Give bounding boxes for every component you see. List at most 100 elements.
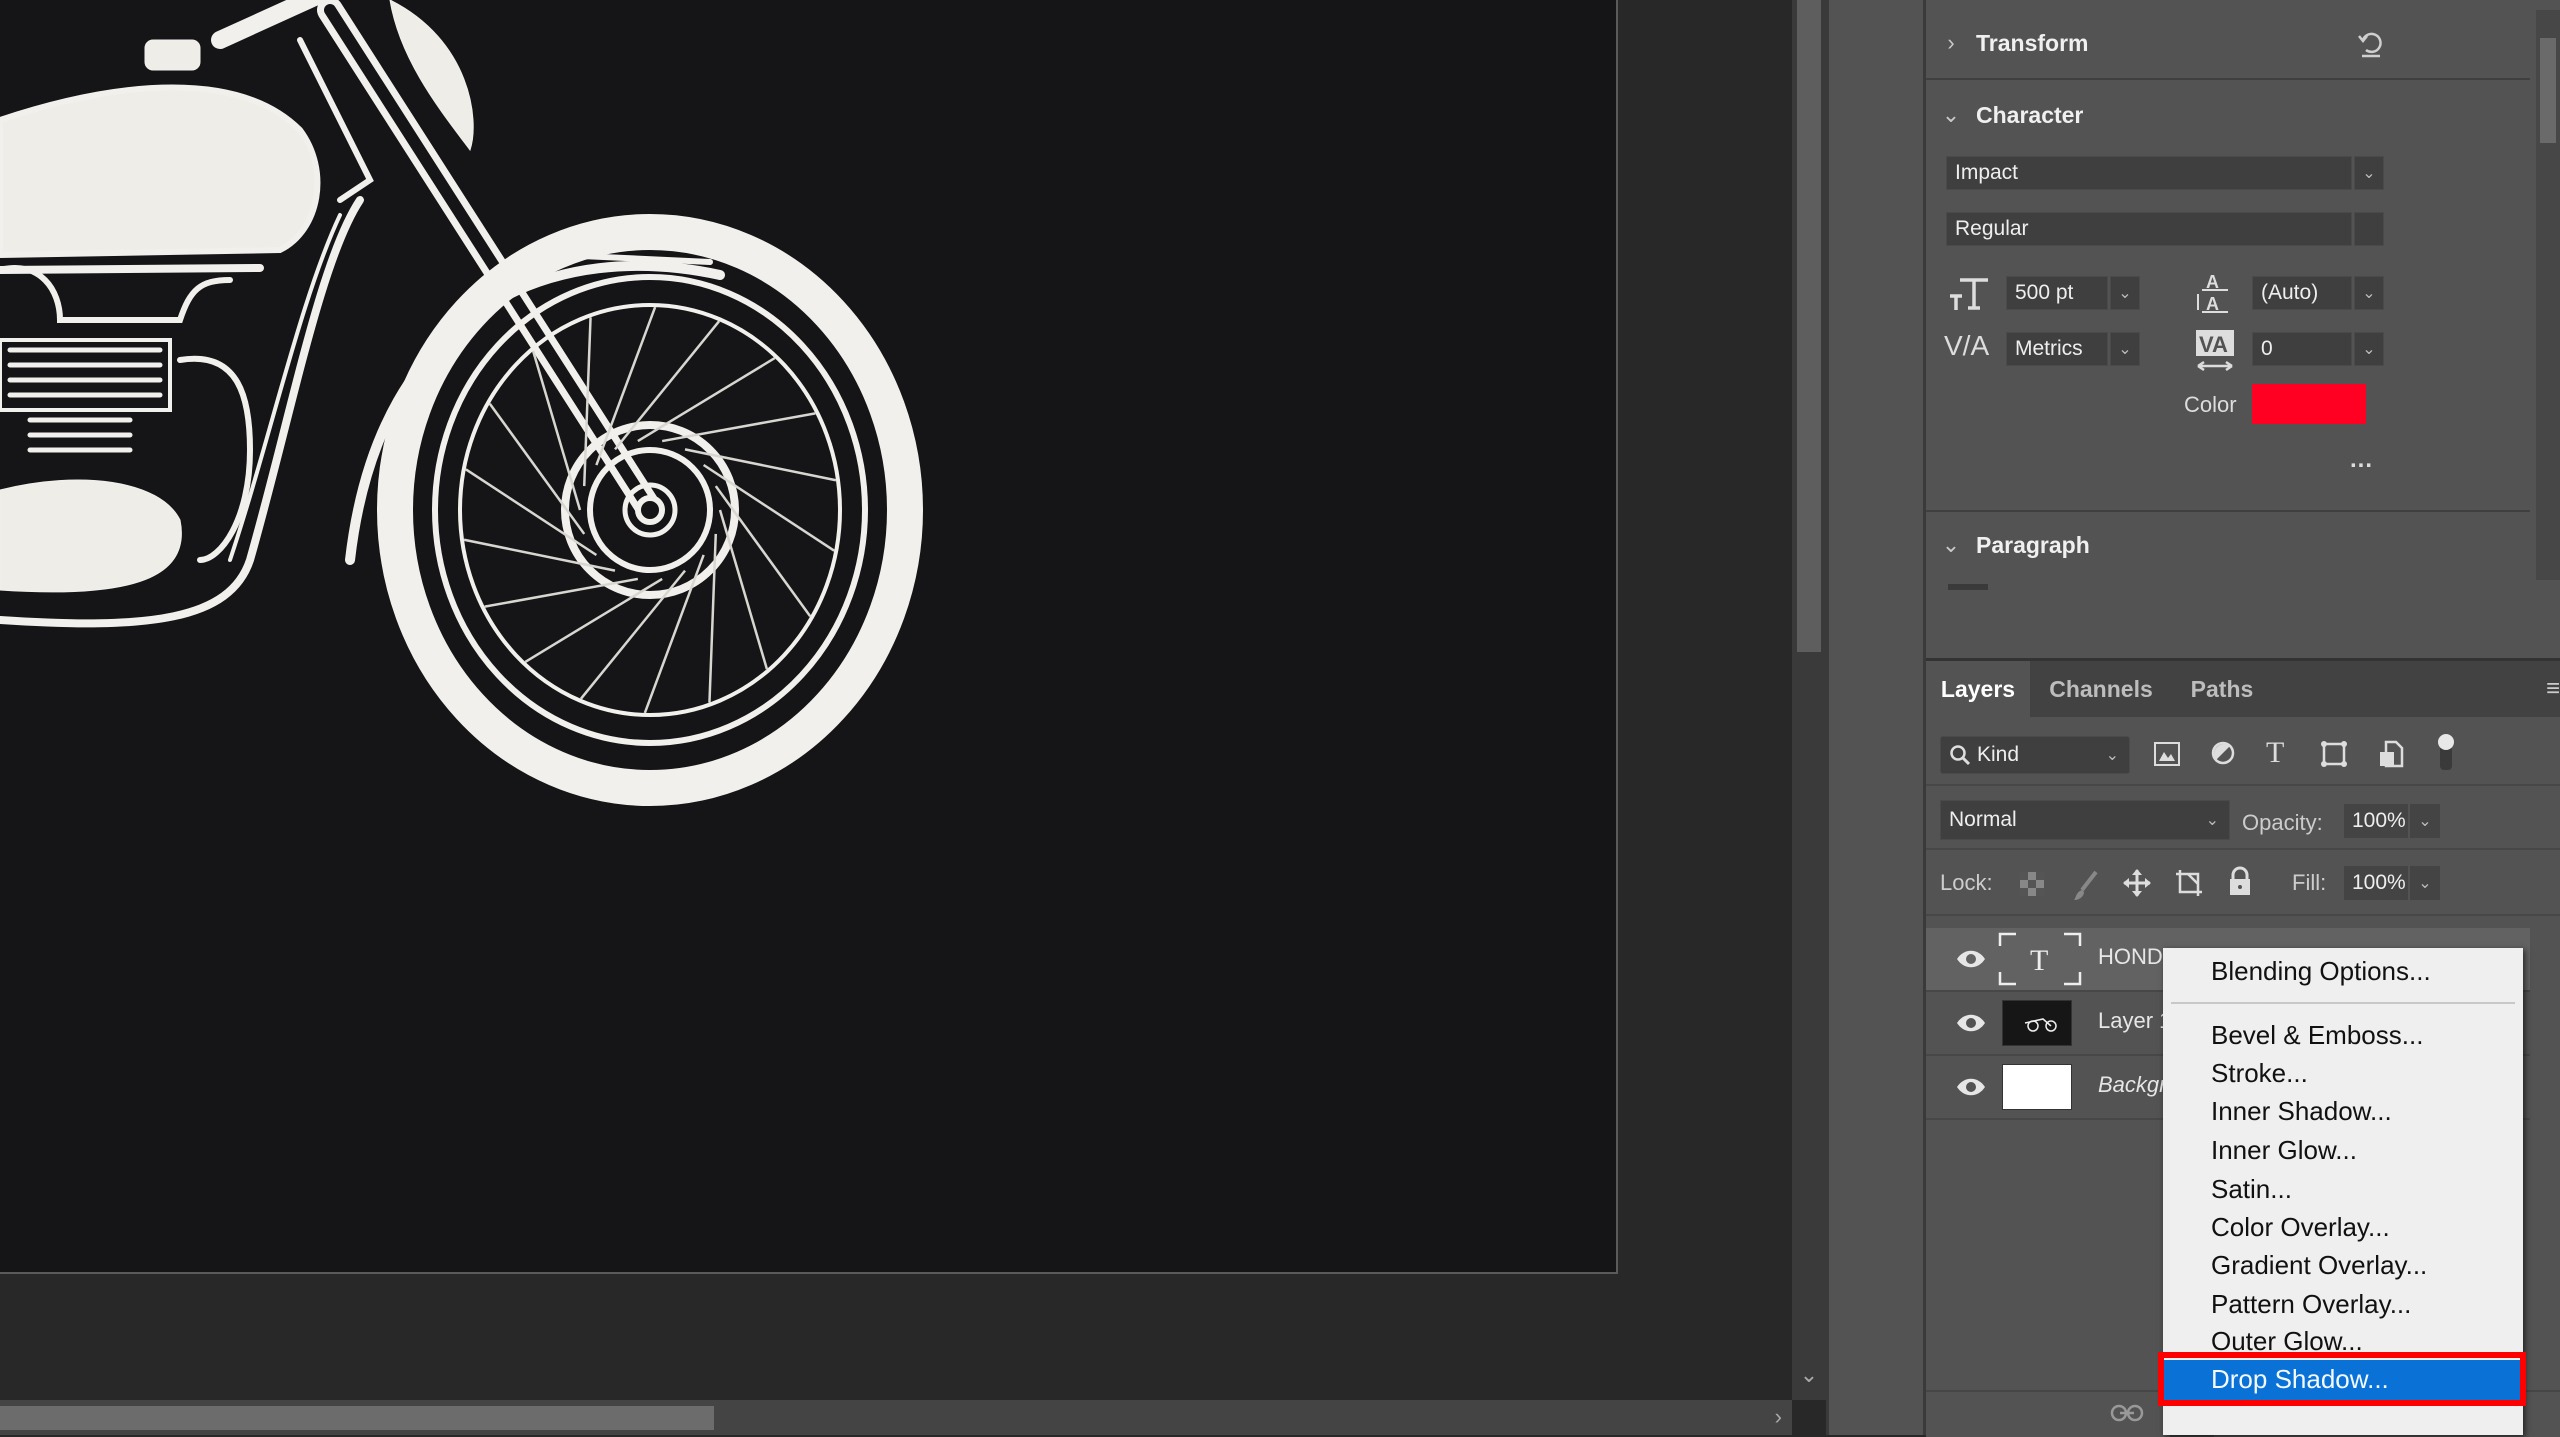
font-family-select[interactable]: Impact (1946, 156, 2352, 190)
adjustment-layer-filter-icon[interactable] (2210, 740, 2236, 772)
menu-item-color-overlay[interactable]: Color Overlay... (2211, 1212, 2390, 1243)
blend-mode-select[interactable]: Normal ⌄ (1940, 800, 2230, 840)
layer-style-context-menu: Blending Options... Bevel & Emboss... St… (2163, 948, 2523, 1435)
engine (0, 265, 254, 593)
lock-row: Lock: Fill: 100% ⌄ (1926, 850, 2560, 916)
wheel-spoke (702, 463, 835, 552)
fill-input[interactable]: 100% (2344, 866, 2408, 900)
vertical-scroll-thumb[interactable] (1797, 0, 1821, 652)
font-size-dropdown-icon[interactable]: ⌄ (2110, 276, 2140, 310)
menu-item-drop-shadow[interactable]: Drop Shadow... (2163, 1360, 2523, 1400)
type-layer-filter-icon[interactable]: T (2266, 736, 2284, 770)
transform-section-header[interactable]: › Transform (1926, 8, 2530, 80)
canvas[interactable] (0, 0, 1618, 1274)
leading-icon: AA (2192, 270, 2234, 323)
lock-label: Lock: (1940, 870, 1993, 895)
menu-item-inner-shadow[interactable]: Inner Shadow... (2211, 1096, 2392, 1127)
tracking-dropdown-icon[interactable]: ⌄ (2354, 332, 2384, 366)
opacity-dropdown-icon[interactable]: ⌄ (2410, 804, 2440, 838)
canvas-vertical-scrollbar[interactable]: ⌄ (1792, 0, 1826, 1400)
lock-position-icon[interactable] (2122, 868, 2152, 904)
opacity-input[interactable]: 100% (2344, 804, 2408, 838)
chevron-down-icon: ⌄ (2105, 747, 2119, 764)
fuel-tank (0, 84, 321, 259)
search-icon (1950, 745, 1971, 766)
pixel-layer-filter-icon[interactable] (2154, 742, 2180, 772)
properties-scrollbar[interactable] (2536, 10, 2560, 580)
menu-item-outer-glow[interactable]: Outer Glow... (2211, 1326, 2363, 1357)
tab-layers[interactable]: Layers (1926, 661, 2030, 717)
wheel-spoke (484, 577, 639, 608)
wheel-spoke (708, 533, 718, 703)
tab-paths[interactable]: Paths (2172, 661, 2272, 717)
menu-item-pattern-overlay[interactable]: Pattern Overlay... (2211, 1289, 2411, 1320)
font-size-icon (1948, 272, 1990, 321)
visibility-eye-icon[interactable] (1956, 1010, 1986, 1036)
tab-label: Layers (1940, 675, 2016, 702)
shape-layer-filter-icon[interactable] (2320, 740, 2348, 774)
horizontal-scroll-thumb[interactable] (0, 1406, 714, 1430)
link-layers-icon[interactable] (2110, 1402, 2144, 1430)
motorcycle-illustration (0, 0, 923, 806)
font-family-dropdown-icon[interactable]: ⌄ (2354, 156, 2384, 190)
lock-artboard-icon[interactable] (2174, 868, 2204, 904)
font-size-value: 500 pt (2015, 281, 2074, 304)
smart-object-filter-icon[interactable] (2378, 740, 2404, 774)
menu-item-stroke[interactable]: Stroke... (2211, 1058, 2308, 1089)
lock-image-pixels-icon[interactable] (2072, 870, 2098, 906)
paragraph-alignment-placeholder (1948, 584, 1988, 590)
menu-item-inner-glow[interactable]: Inner Glow... (2211, 1135, 2357, 1166)
font-style-dropdown-icon[interactable] (2354, 212, 2384, 246)
visibility-eye-icon[interactable] (1956, 1074, 1986, 1100)
font-family-value: Impact (1955, 161, 2019, 184)
panel-menu-icon[interactable]: ≡ (2546, 675, 2560, 703)
text-color-swatch[interactable] (2252, 384, 2366, 424)
fill-dropdown-icon[interactable]: ⌄ (2410, 866, 2440, 900)
layer-kind-filter[interactable]: Kind ⌄ (1940, 736, 2130, 774)
panel-gutter (1826, 0, 1926, 1435)
leading-dropdown-icon[interactable]: ⌄ (2354, 276, 2384, 310)
font-size-input[interactable]: 500 pt (2006, 276, 2108, 310)
image-layer-thumbnail (2002, 1000, 2072, 1046)
visibility-eye-icon[interactable] (1956, 946, 1986, 972)
tracking-input[interactable]: 0 (2252, 332, 2352, 366)
properties-scroll-thumb[interactable] (2540, 38, 2556, 143)
opacity-value: 100% (2352, 809, 2406, 832)
color-label: Color (2184, 392, 2237, 417)
menu-item-bevel-emboss[interactable]: Bevel & Emboss... (2211, 1020, 2423, 1051)
scroll-right-icon[interactable]: › (1775, 1404, 1782, 1430)
menu-item-gradient-overlay[interactable]: Gradient Overlay... (2211, 1250, 2427, 1281)
chevron-right-icon: › (1947, 30, 1955, 55)
document-window (0, 0, 1792, 1400)
tracking-icon: VA (2194, 328, 2236, 379)
tab-channels[interactable]: Channels (2032, 661, 2170, 717)
tracking-value: 0 (2261, 337, 2273, 360)
wheel-spoke (465, 468, 598, 557)
menu-item-blending-options[interactable]: Blending Options... (2211, 956, 2431, 987)
blend-row: Normal ⌄ Opacity: 100% ⌄ (1926, 786, 2560, 850)
tank-cap (144, 39, 201, 71)
chevron-down-icon: ⌄ (1941, 532, 1961, 557)
layer-filter-row: Kind ⌄ T (1926, 714, 2560, 786)
character-title: Character (1976, 101, 2084, 128)
scroll-down-icon[interactable]: ⌄ (1792, 1362, 1826, 1388)
kerning-dropdown-icon[interactable]: ⌄ (2110, 332, 2140, 366)
reset-icon[interactable] (2354, 26, 2388, 60)
character-section-header[interactable]: ⌄ Character (1926, 80, 2530, 150)
wheel-spoke (595, 306, 657, 466)
font-style-select[interactable]: Regular (1946, 212, 2352, 246)
more-options-icon[interactable]: ... (2350, 446, 2373, 474)
text-layer-thumbnail-icon: T (1998, 932, 2082, 986)
leading-input[interactable]: (Auto) (2252, 276, 2352, 310)
kerning-select[interactable]: Metrics (2006, 332, 2108, 366)
filter-toggle-icon[interactable] (2436, 732, 2456, 778)
lock-all-icon[interactable] (2228, 866, 2252, 902)
menu-separator (2171, 1002, 2515, 1004)
menu-item-satin[interactable]: Satin... (2211, 1174, 2292, 1205)
kerning-icon: V/A (1944, 330, 1990, 361)
layers-tab-bar: Layers Channels Paths ≡ (1926, 658, 2560, 717)
canvas-horizontal-scrollbar[interactable]: › (0, 1400, 1792, 1435)
paragraph-section-header[interactable]: ⌄ Paragraph (1926, 510, 2530, 580)
font-style-value: Regular (1955, 217, 2029, 240)
lock-transparent-pixels-icon[interactable] (2020, 872, 2044, 902)
